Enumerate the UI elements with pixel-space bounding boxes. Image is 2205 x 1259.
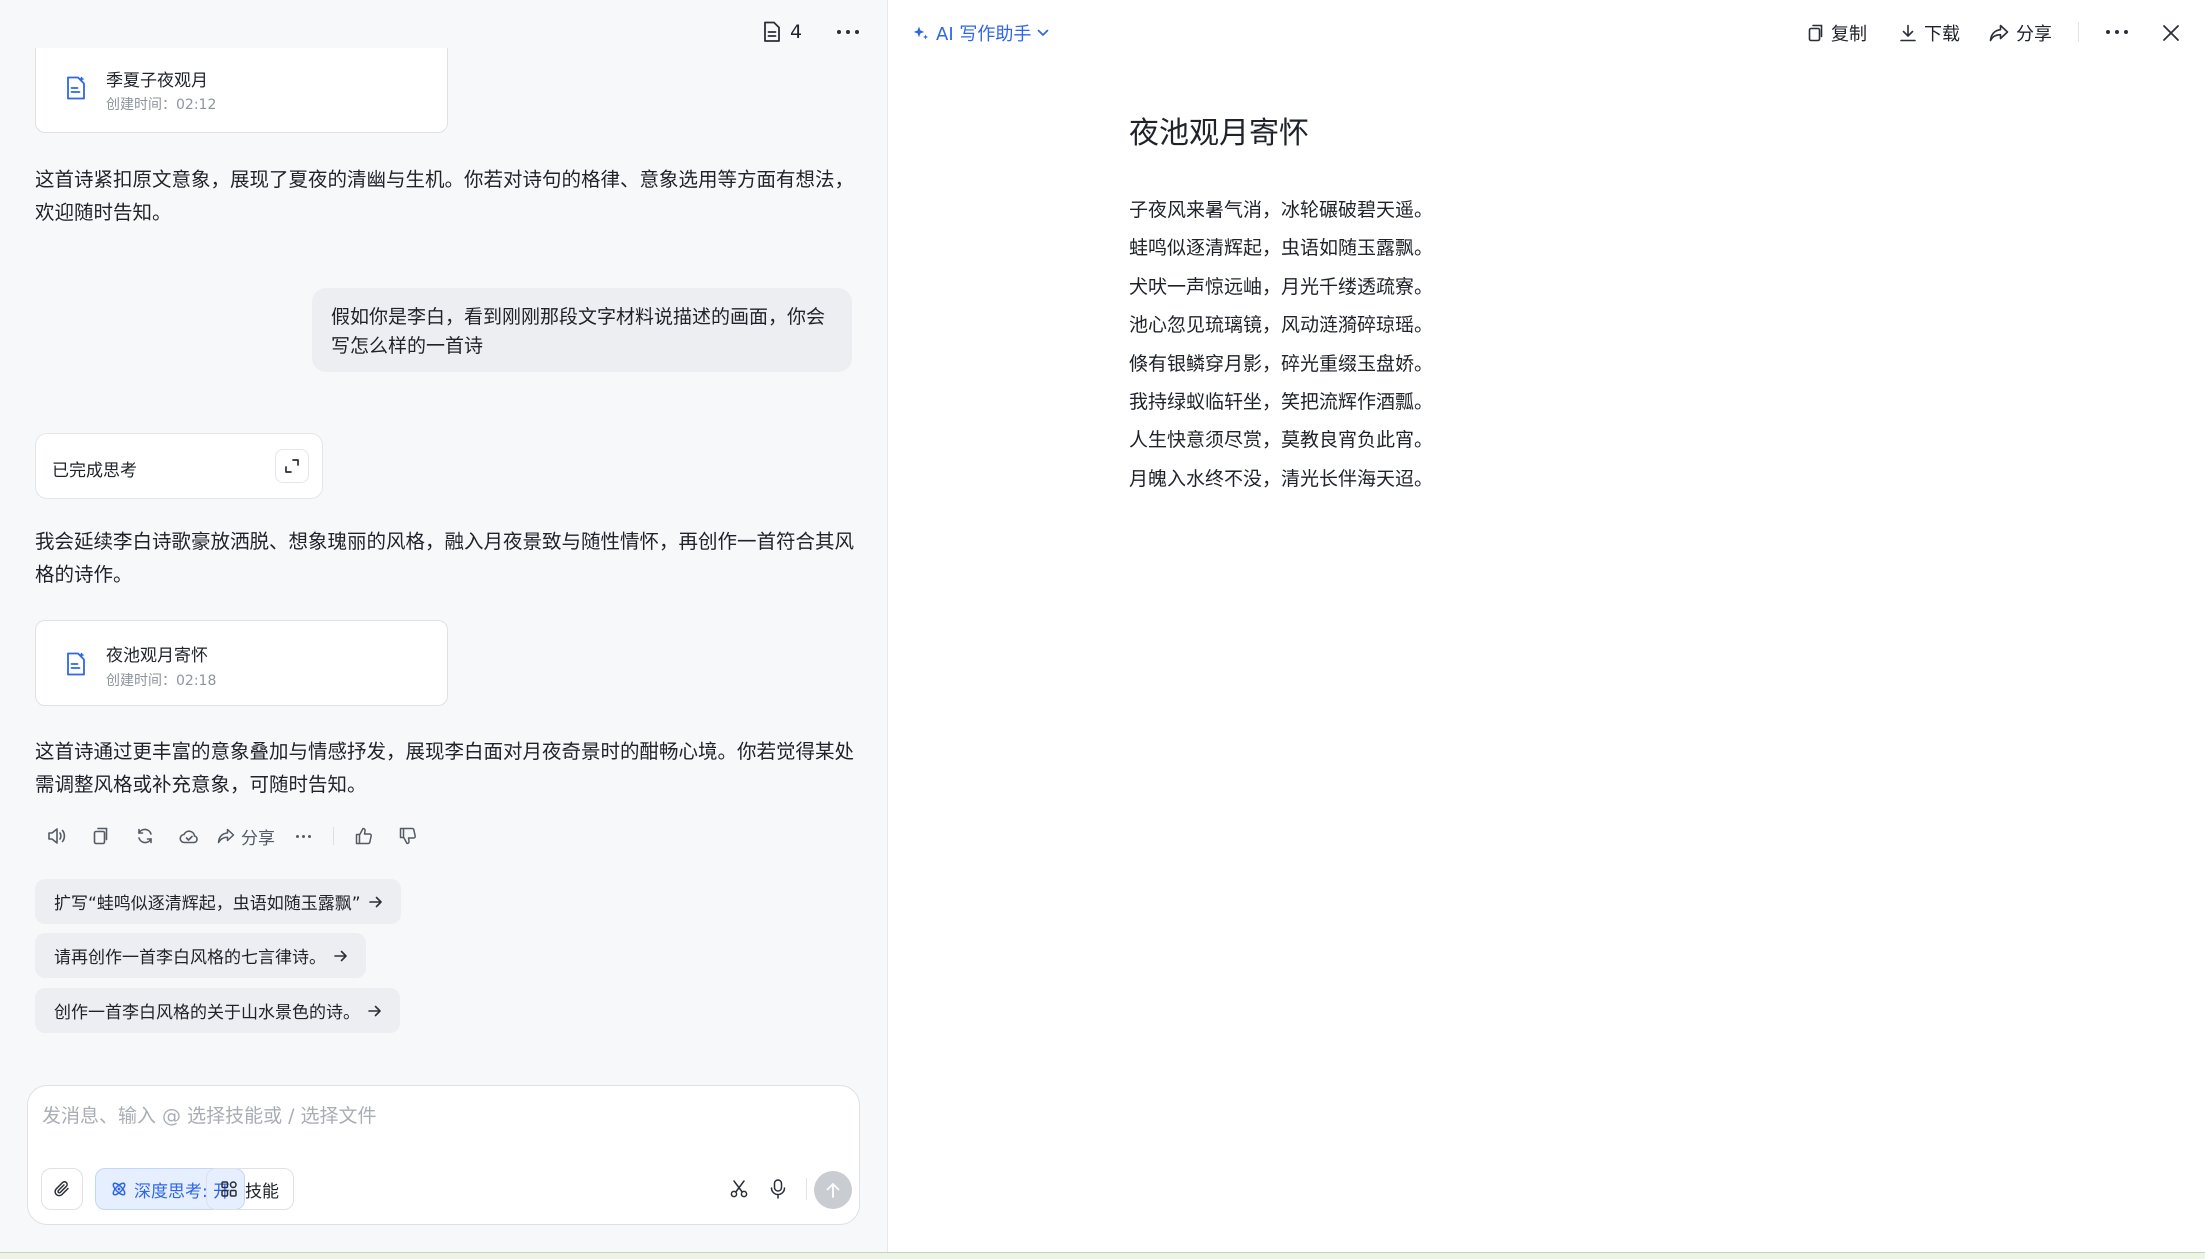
document-title[interactable]: 夜池观月寄怀 xyxy=(1129,108,1309,152)
message-more-button[interactable] xyxy=(281,820,325,852)
attach-file-button[interactable] xyxy=(41,1168,83,1210)
cloud-check-icon xyxy=(179,830,198,844)
dislike-button[interactable] xyxy=(386,820,430,852)
expand-icon xyxy=(285,459,299,473)
refresh-icon xyxy=(138,828,152,844)
skills-button[interactable]: 技能 xyxy=(206,1168,294,1210)
thinking-status: 已完成思考 xyxy=(35,433,323,499)
poem-line: 人生快意须尽赏，莫教良宵负此宵。 xyxy=(1129,429,1434,452)
share-label: 分享 xyxy=(2016,24,2052,45)
more-dot xyxy=(2106,30,2110,34)
chat-pane: 4 季夏子夜观月 创建时间：02:12 这首诗紧扣原文意象，展现了夏夜的清幽与生… xyxy=(0,0,887,1252)
composer-divider xyxy=(806,1178,807,1200)
assistant-message: 这首诗通过更丰富的意象叠加与情感抒发，展现李白面对月夜奇景时的酣畅心境。你若觉得… xyxy=(35,740,855,796)
document-card-time: 创建时间：02:12 xyxy=(106,97,217,113)
poem-line: 蛙鸣似逐清辉起，虫语如随玉露飘。 xyxy=(1129,237,1434,260)
close-icon xyxy=(2163,25,2179,41)
document-card[interactable]: 夜池观月寄怀 创建时间：02:18 xyxy=(35,620,448,706)
document-edit-icon xyxy=(67,76,85,100)
poem-line: 犬吠一声惊远岫，月光千缕透疏寮。 xyxy=(1129,275,1434,298)
more-dot xyxy=(837,30,841,34)
document-card-time: 创建时间：02:18 xyxy=(106,673,217,689)
arrow-right-icon xyxy=(368,1005,381,1016)
screenshot-button[interactable] xyxy=(722,1172,756,1206)
action-divider xyxy=(333,827,334,845)
close-editor-button[interactable] xyxy=(2156,18,2186,48)
share-message-button[interactable]: 分享 xyxy=(211,820,281,852)
suggestion-chip[interactable]: 扩写“蛙鸣似逐清辉起，虫语如随玉露飘” xyxy=(35,879,401,924)
ai-writing-assistant-dropdown[interactable]: AI 写作助手 xyxy=(912,20,1049,46)
document-card-title: 季夏子夜观月 xyxy=(106,71,208,91)
poem-line: 池心忽见琉璃镜，风动涟漪碎琼瑶。 xyxy=(1129,314,1434,337)
document-count-button[interactable]: 4 xyxy=(762,18,802,46)
copy-message-button[interactable] xyxy=(79,820,123,852)
arrow-up-icon xyxy=(826,1183,840,1198)
speaker-icon xyxy=(48,828,66,844)
suggestion-text: 请再创作一首李白风格的七言律诗。 xyxy=(54,948,326,968)
scissors-icon xyxy=(730,1180,748,1198)
document-icon xyxy=(764,21,780,42)
poem-body[interactable]: 子夜风来暑气消，冰轮碾破碧天遥。 蛙鸣似逐清辉起，虫语如随玉露飘。 犬吠一声惊远… xyxy=(1129,191,1829,498)
like-button[interactable] xyxy=(342,820,386,852)
more-dot xyxy=(846,30,850,34)
document-card-title: 夜池观月寄怀 xyxy=(106,646,208,666)
download-icon xyxy=(1900,24,1916,42)
suggestion-chip[interactable]: 创作一首李白风格的关于山水景色的诗。 xyxy=(35,988,400,1033)
share-document-button[interactable]: 分享 xyxy=(1989,18,2052,48)
message-input[interactable] xyxy=(42,1100,822,1132)
download-button[interactable]: 下载 xyxy=(1899,18,1960,48)
document-count: 4 xyxy=(790,21,803,43)
read-aloud-button[interactable] xyxy=(35,820,79,852)
copy-icon xyxy=(1808,24,1823,42)
toolbar-divider xyxy=(2078,22,2079,42)
editor-more-button[interactable] xyxy=(2097,18,2137,46)
assistant-message: 我会延续李白诗歌豪放洒脱、想象瑰丽的风格，融入月夜景致与随性情怀，再创作一首符合… xyxy=(35,530,855,586)
grid-icon xyxy=(221,1181,237,1197)
thumbs-down-icon xyxy=(399,827,416,845)
document-editor-pane: AI 写作助手 复制 下载 分享 夜池观月寄怀 子夜风来暑气消，冰轮碾破碧天遥。… xyxy=(888,0,2205,1252)
more-dot xyxy=(855,30,859,34)
suggestion-chip[interactable]: 请再创作一首李白风格的七言律诗。 xyxy=(35,933,366,978)
message-action-bar: 分享 xyxy=(35,820,430,852)
save-to-cloud-button[interactable] xyxy=(167,820,211,852)
copy-document-button[interactable]: 复制 xyxy=(1808,18,1867,48)
chat-more-button[interactable] xyxy=(828,18,868,46)
share-icon xyxy=(217,828,235,844)
voice-input-button[interactable] xyxy=(761,1172,795,1206)
poem-line: 子夜风来暑气消，冰轮碾破碧天遥。 xyxy=(1129,199,1434,221)
assistant-label: AI 写作助手 xyxy=(936,24,1032,45)
skills-label: 技能 xyxy=(245,1181,279,1202)
share-icon xyxy=(1989,24,2009,42)
document-card[interactable]: 季夏子夜观月 创建时间：02:12 xyxy=(35,48,448,133)
document-edit-icon xyxy=(67,652,85,676)
arrow-right-icon xyxy=(368,896,382,907)
thinking-label: 已完成思考 xyxy=(52,461,137,481)
suggestion-text: 创作一首李白风格的关于山水景色的诗。 xyxy=(54,1003,360,1023)
share-label: 分享 xyxy=(241,828,275,849)
more-dot xyxy=(2124,30,2128,34)
send-button[interactable] xyxy=(814,1171,852,1209)
download-label: 下载 xyxy=(1924,24,1960,45)
arrow-right-icon xyxy=(334,950,347,961)
atom-icon xyxy=(112,1182,126,1196)
thumbs-up-icon xyxy=(355,827,372,845)
paperclip-icon xyxy=(54,1181,69,1197)
suggestion-text: 扩写“蛙鸣似逐清辉起，虫语如随玉露飘” xyxy=(54,894,361,914)
regenerate-button[interactable] xyxy=(123,820,167,852)
microphone-icon xyxy=(770,1179,786,1199)
poem-line: 月魄入水终不没，清光长伴海天迢。 xyxy=(1129,467,1434,490)
poem-line: 倏有银鳞穿月影，碎光重缀玉盘娇。 xyxy=(1129,352,1434,375)
poem-line: 我持绿蚁临轩坐，笑把流辉作酒瓢。 xyxy=(1129,391,1434,414)
sparkle-icon xyxy=(913,26,928,40)
expand-thinking-button[interactable] xyxy=(275,449,309,483)
copy-label: 复制 xyxy=(1831,24,1867,45)
more-icon xyxy=(295,834,311,838)
copy-icon xyxy=(93,827,108,845)
chevron-down-icon xyxy=(1037,29,1049,36)
more-dot xyxy=(2115,30,2119,34)
message-composer: 深度思考: 开 技能 xyxy=(27,1085,860,1225)
window-bottom-edge xyxy=(0,1252,2205,1259)
assistant-message: 这首诗紧扣原文意象，展现了夏夜的清幽与生机。你若对诗句的格律、意象选用等方面有想… xyxy=(35,168,855,224)
user-message-bubble: 假如你是李白，看到刚刚那段文字材料说描述的画面，你会写怎么样的一首诗 xyxy=(312,288,852,372)
